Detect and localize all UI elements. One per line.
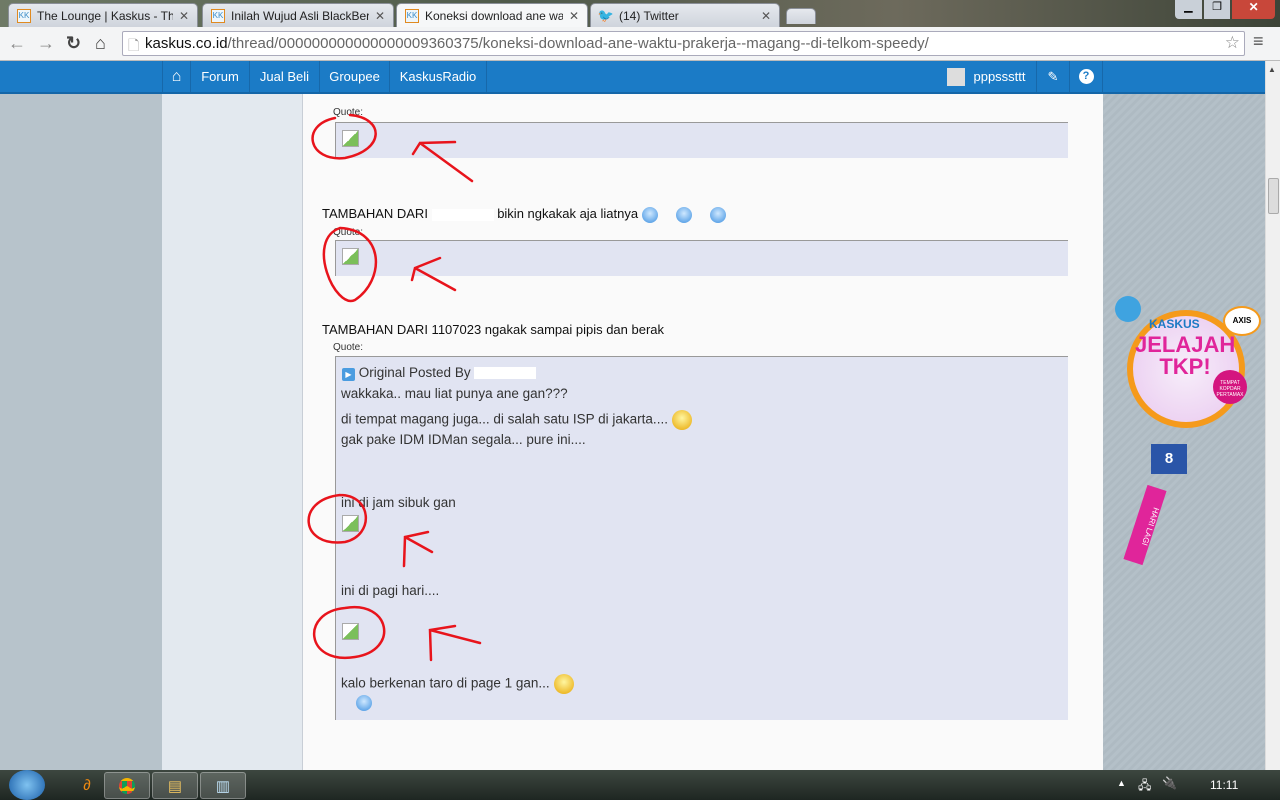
red-annotations <box>307 113 482 662</box>
power-icon[interactable]: 🔌 <box>1162 776 1177 790</box>
jelajah-tkp-banner[interactable]: AXIS KASKUS JELAJAH TKP! TEMPAT KOPDAR P… <box>1105 292 1265 572</box>
chrome-icon[interactable] <box>104 772 150 799</box>
start-button[interactable] <box>9 770 45 800</box>
clock[interactable]: 11:11 <box>1210 778 1238 792</box>
network-icon[interactable]: 🖧 <box>1138 776 1151 797</box>
annotation-arrow <box>402 530 434 568</box>
mascot-icon <box>1115 296 1141 322</box>
show-hidden-icons[interactable]: ▲ <box>1117 778 1126 788</box>
annotation-circle <box>312 605 386 660</box>
annotation-arrow <box>411 140 474 183</box>
scroll-up-icon[interactable]: ▲ <box>1268 65 1276 74</box>
annotation-circle <box>307 493 368 544</box>
taskbar: ∂ ▤ ▥ ▲ 🖧 🔌 11:11 <box>0 770 1280 800</box>
explorer-icon[interactable]: ▤ <box>152 772 198 799</box>
annotation-arrow <box>410 256 457 292</box>
annotation-circle <box>311 113 377 160</box>
annotation-circle <box>322 226 378 303</box>
notepad-icon[interactable]: ▥ <box>200 772 246 799</box>
annotation-arrow <box>428 624 482 662</box>
scrollbar-thumb[interactable] <box>1268 178 1279 214</box>
vertical-scrollbar[interactable]: ▲ <box>1265 61 1280 770</box>
